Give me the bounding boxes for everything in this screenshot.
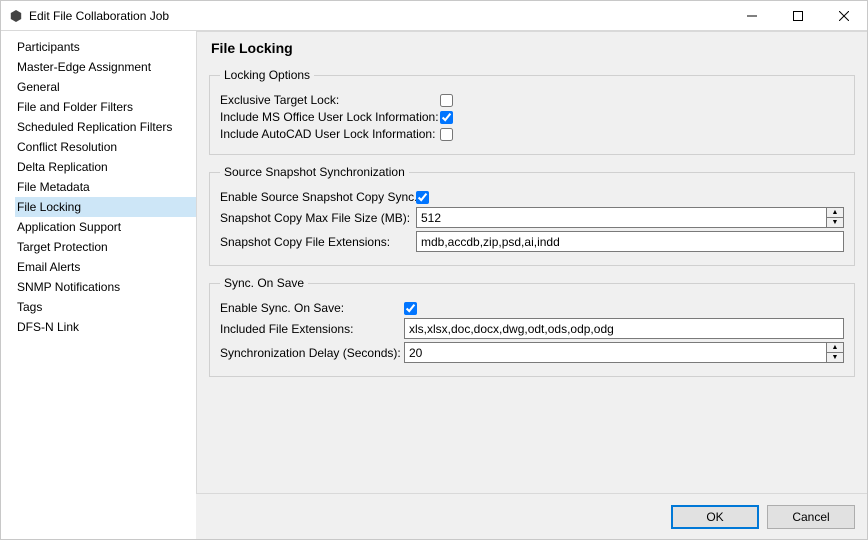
spinner-down-icon[interactable]: ▼ <box>827 218 843 227</box>
sidebar-item-dfs-n-link[interactable]: DFS-N Link <box>15 317 196 337</box>
sidebar-item-label: Scheduled Replication Filters <box>17 120 172 134</box>
sidebar-item-file-and-folder-filters[interactable]: File and Folder Filters <box>15 97 196 117</box>
window-title: Edit File Collaboration Job <box>29 9 729 23</box>
app-icon <box>9 9 23 23</box>
autocad-lock-label: Include AutoCAD User Lock Information: <box>220 127 440 141</box>
sidebar-item-label: Participants <box>17 40 80 54</box>
sidebar-item-conflict-resolution[interactable]: Conflict Resolution <box>15 137 196 157</box>
sidebar-item-label: DFS-N Link <box>17 320 79 334</box>
sync-delay-input[interactable] <box>404 342 827 363</box>
dialog-footer: OK Cancel <box>196 493 867 539</box>
sync-delay-label: Synchronization Delay (Seconds): <box>220 346 404 360</box>
snapshot-ext-input[interactable] <box>416 231 844 252</box>
snapshot-sync-legend: Source Snapshot Synchronization <box>220 165 409 179</box>
ok-button[interactable]: OK <box>671 505 759 529</box>
sidebar-item-label: Email Alerts <box>17 260 80 274</box>
snapshot-maxsize-spinner[interactable]: ▲▼ <box>827 207 844 228</box>
msoffice-lock-label: Include MS Office User Lock Information: <box>220 110 440 124</box>
close-button[interactable] <box>821 1 867 31</box>
sync-on-save-legend: Sync. On Save <box>220 276 308 290</box>
sync-on-save-group: Sync. On Save Enable Sync. On Save: Incl… <box>209 276 855 377</box>
spinner-up-icon[interactable]: ▲ <box>827 343 843 353</box>
body: Participants Master-Edge Assignment Genera… <box>1 31 867 539</box>
enable-snapshot-label: Enable Source Snapshot Copy Sync.: <box>220 190 416 204</box>
sidebar-item-label: Application Support <box>17 220 121 234</box>
sidebar-item-label: Conflict Resolution <box>17 140 117 154</box>
sidebar-item-participants[interactable]: Participants <box>15 37 196 57</box>
sidebar-item-label: File Metadata <box>17 180 90 194</box>
snapshot-ext-label: Snapshot Copy File Extensions: <box>220 235 416 249</box>
sidebar-item-label: Master-Edge Assignment <box>17 60 151 74</box>
sidebar-item-delta-replication[interactable]: Delta Replication <box>15 157 196 177</box>
spinner-up-icon[interactable]: ▲ <box>827 208 843 218</box>
exclusive-target-lock-label: Exclusive Target Lock: <box>220 93 440 107</box>
content-wrap: File Locking Locking Options Exclusive T… <box>196 31 867 539</box>
sidebar-item-email-alerts[interactable]: Email Alerts <box>15 257 196 277</box>
sidebar: Participants Master-Edge Assignment Genera… <box>1 31 196 539</box>
sidebar-item-file-metadata[interactable]: File Metadata <box>15 177 196 197</box>
autocad-lock-checkbox[interactable] <box>440 128 453 141</box>
snapshot-maxsize-input[interactable] <box>416 207 827 228</box>
sidebar-item-label: SNMP Notifications <box>17 280 120 294</box>
enable-sync-save-label: Enable Sync. On Save: <box>220 301 404 315</box>
enable-sync-save-checkbox[interactable] <box>404 302 417 315</box>
sidebar-item-label: Tags <box>17 300 42 314</box>
sidebar-item-label: Delta Replication <box>17 160 108 174</box>
sidebar-item-general[interactable]: General <box>15 77 196 97</box>
maximize-button[interactable] <box>775 1 821 31</box>
sidebar-item-file-locking[interactable]: File Locking <box>15 197 196 217</box>
content-panel: File Locking Locking Options Exclusive T… <box>196 31 867 493</box>
locking-options-legend: Locking Options <box>220 68 314 82</box>
page-title: File Locking <box>209 38 855 64</box>
sidebar-item-label: General <box>17 80 60 94</box>
snapshot-sync-group: Source Snapshot Synchronization Enable S… <box>209 165 855 266</box>
snapshot-maxsize-label: Snapshot Copy Max File Size (MB): <box>220 211 416 225</box>
sidebar-item-master-edge-assignment[interactable]: Master-Edge Assignment <box>15 57 196 77</box>
included-ext-label: Included File Extensions: <box>220 322 404 336</box>
sidebar-item-scheduled-replication-filters[interactable]: Scheduled Replication Filters <box>15 117 196 137</box>
locking-options-group: Locking Options Exclusive Target Lock: I… <box>209 68 855 155</box>
spinner-down-icon[interactable]: ▼ <box>827 353 843 362</box>
exclusive-target-lock-checkbox[interactable] <box>440 94 453 107</box>
included-ext-input[interactable] <box>404 318 844 339</box>
msoffice-lock-checkbox[interactable] <box>440 111 453 124</box>
sidebar-item-tags[interactable]: Tags <box>15 297 196 317</box>
sidebar-item-application-support[interactable]: Application Support <box>15 217 196 237</box>
window-controls <box>729 1 867 31</box>
titlebar: Edit File Collaboration Job <box>1 1 867 31</box>
sidebar-item-snmp-notifications[interactable]: SNMP Notifications <box>15 277 196 297</box>
minimize-button[interactable] <box>729 1 775 31</box>
sidebar-item-label: File Locking <box>17 200 81 214</box>
cancel-button[interactable]: Cancel <box>767 505 855 529</box>
sync-delay-spinner[interactable]: ▲▼ <box>827 342 844 363</box>
dialog-window: Edit File Collaboration Job Participants… <box>0 0 868 540</box>
sidebar-item-label: File and Folder Filters <box>17 100 133 114</box>
sidebar-item-target-protection[interactable]: Target Protection <box>15 237 196 257</box>
enable-snapshot-checkbox[interactable] <box>416 191 429 204</box>
sidebar-item-label: Target Protection <box>17 240 108 254</box>
